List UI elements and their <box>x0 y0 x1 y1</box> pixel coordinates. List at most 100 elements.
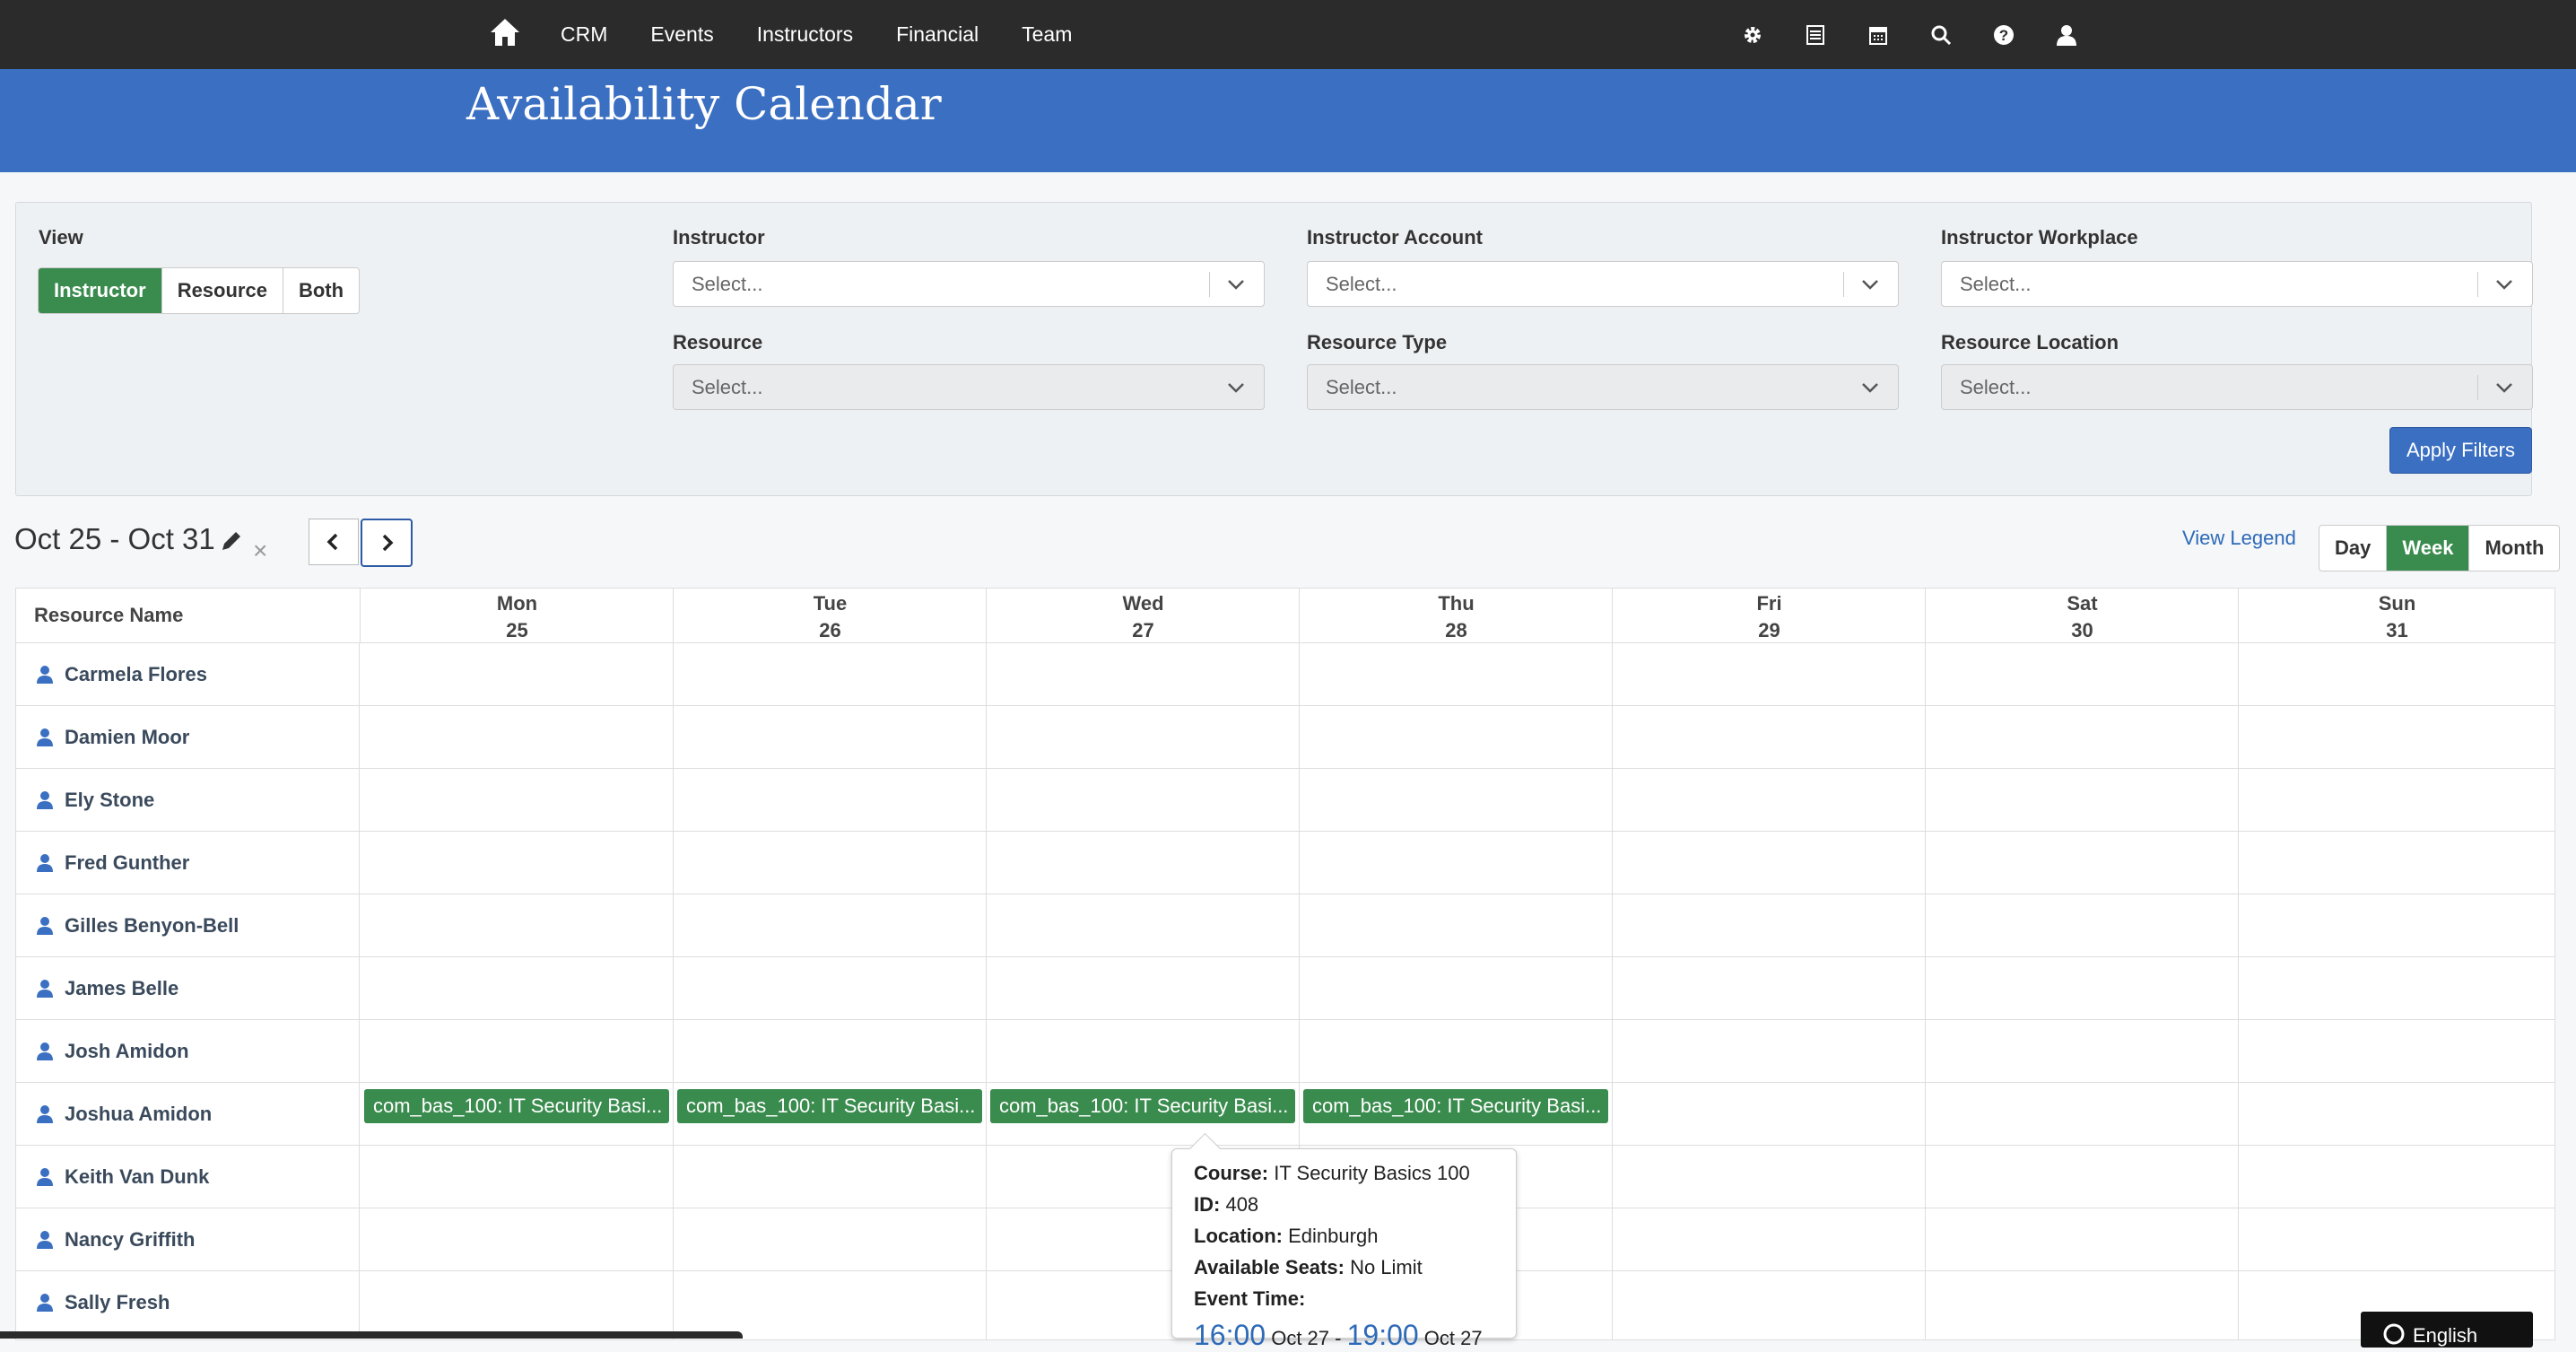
resource-label: Resource <box>673 331 763 353</box>
instructor-account-placeholder: Select... <box>1326 273 1397 295</box>
event-tue[interactable]: com_bas_100: IT Security Basi... <box>677 1089 982 1123</box>
resource-location-select[interactable]: Select... <box>1941 364 2533 410</box>
resource-name[interactable]: Gilles Benyon-Bell <box>16 894 360 957</box>
help-icon[interactable]: ? <box>1991 22 2016 48</box>
next-week-button[interactable] <box>361 519 413 567</box>
resource-name-label: Keith Van Dunk <box>65 1165 210 1188</box>
view-instructor-button[interactable]: Instructor <box>39 268 162 313</box>
nav-item-crm[interactable]: CRM <box>561 22 607 47</box>
resource-location-placeholder: Select... <box>1960 376 2032 398</box>
resource-name[interactable]: Joshua Amidon <box>16 1083 360 1146</box>
chevron-down-icon <box>2496 383 2512 393</box>
nav-item-events[interactable]: Events <box>650 22 713 47</box>
resource-row: Carmela Flores <box>16 642 2554 706</box>
event-thu[interactable]: com_bas_100: IT Security Basi... <box>1303 1089 1608 1123</box>
prev-week-button[interactable] <box>309 519 359 565</box>
resource-type-select[interactable]: Select... <box>1307 364 1899 410</box>
resource-name-label: Ely Stone <box>65 789 155 811</box>
divider <box>1843 272 1844 297</box>
resource-row: Damien Moor <box>16 705 2554 769</box>
resource-name-label: Damien Moor <box>65 726 190 748</box>
top-navbar: CRM Events Instructors Financial Team ? <box>0 0 2576 69</box>
instructor-account-label: Instructor Account <box>1307 226 1483 249</box>
view-resource-button[interactable]: Resource <box>162 268 283 313</box>
nav-item-financial[interactable]: Financial <box>896 22 979 47</box>
day-header-fri: Fri 29 <box>1612 589 1926 642</box>
instructor-account-select[interactable]: Select... <box>1307 261 1899 307</box>
day-name: Mon <box>496 592 538 615</box>
nav-item-instructors[interactable]: Instructors <box>757 22 853 47</box>
day-date: 26 <box>819 619 841 641</box>
resource-name-label: Gilles Benyon-Bell <box>65 914 239 937</box>
chat-icon <box>2383 1323 2405 1345</box>
month-view-button[interactable]: Month <box>2469 526 2559 571</box>
resource-name-label: Nancy Griffith <box>65 1228 196 1251</box>
day-view-button[interactable]: Day <box>2319 526 2388 571</box>
pencil-icon[interactable] <box>219 528 244 554</box>
week-view-button[interactable]: Week <box>2387 526 2470 571</box>
resource-name[interactable]: Sally Fresh <box>16 1271 360 1334</box>
resource-name-label: Josh Amidon <box>65 1040 189 1062</box>
resource-name-label: Fred Gunther <box>65 851 190 874</box>
user-icon <box>37 980 53 998</box>
page-header: Availability Calendar <box>0 69 2576 172</box>
event-tooltip: Course: IT Security Basics 100 ID: 408 L… <box>1171 1132 1517 1351</box>
user-icon <box>37 854 53 872</box>
user-icon <box>37 1105 53 1123</box>
day-name: Sun <box>2378 592 2416 615</box>
instructor-select[interactable]: Select... <box>673 261 1265 307</box>
apply-filters-button[interactable]: Apply Filters <box>2389 427 2532 474</box>
resource-name[interactable]: Josh Amidon <box>16 1020 360 1083</box>
resource-type-placeholder: Select... <box>1326 376 1397 398</box>
day-date: 31 <box>2386 619 2408 641</box>
day-name: Tue <box>813 592 848 615</box>
view-legend-link[interactable]: View Legend <box>2182 527 2296 550</box>
nav-item-team[interactable]: Team <box>1022 22 1072 47</box>
tooltip-time-label: Event Time: <box>1194 1287 1306 1310</box>
day-date: 30 <box>2071 619 2093 641</box>
search-icon[interactable] <box>1928 22 1954 48</box>
filter-panel: View Instructor Resource Both Instructor… <box>15 202 2533 496</box>
day-date: 29 <box>1758 619 1780 641</box>
calendar-icon[interactable] <box>1866 22 1891 48</box>
user-icon[interactable] <box>2054 22 2079 48</box>
instructor-workplace-select[interactable]: Select... <box>1941 261 2533 307</box>
chevron-down-icon <box>1862 280 1878 290</box>
resource-name[interactable]: Ely Stone <box>16 769 360 832</box>
chevron-down-icon <box>1228 383 1244 393</box>
instructor-workplace-placeholder: Select... <box>1960 273 2032 295</box>
bottom-bar <box>0 1331 743 1339</box>
chevron-right-icon <box>382 534 394 552</box>
view-both-button[interactable]: Both <box>283 268 359 313</box>
date-range: Oct 25 - Oct 31 <box>14 522 215 555</box>
day-date: 27 <box>1132 619 1154 641</box>
instructor-label: Instructor <box>673 226 765 249</box>
gear-icon[interactable] <box>1740 22 1765 48</box>
day-header-tue: Tue 26 <box>673 589 987 642</box>
resource-name[interactable]: Nancy Griffith <box>16 1208 360 1271</box>
list-icon[interactable] <box>1803 22 1828 48</box>
day-date: 25 <box>506 619 528 641</box>
resource-name[interactable]: Keith Van Dunk <box>16 1146 360 1208</box>
day-name: Fri <box>1756 592 1782 615</box>
resource-name[interactable]: James Belle <box>16 957 360 1020</box>
day-header-wed: Wed 27 <box>986 589 1300 642</box>
view-toggle: Instructor Resource Both <box>38 267 361 314</box>
chevron-down-icon <box>1862 383 1878 393</box>
event-wed[interactable]: com_bas_100: IT Security Basi... <box>990 1089 1295 1123</box>
language-button[interactable]: English <box>2361 1312 2533 1348</box>
clear-range-icon[interactable]: × <box>253 536 267 565</box>
resource-row: James Belle <box>16 956 2554 1020</box>
resource-name[interactable]: Carmela Flores <box>16 643 360 706</box>
user-icon <box>37 1168 53 1186</box>
event-mon[interactable]: com_bas_100: IT Security Basi... <box>364 1089 669 1123</box>
home-icon[interactable] <box>489 16 521 48</box>
resource-name[interactable]: Fred Gunther <box>16 832 360 894</box>
tooltip-course: Course: IT Security Basics 100 <box>1194 1162 1470 1184</box>
divider <box>2477 375 2478 400</box>
day-header-sat: Sat 30 <box>1925 589 2239 642</box>
resource-type-label: Resource Type <box>1307 331 1448 353</box>
resource-name[interactable]: Damien Moor <box>16 706 360 769</box>
main-menu: CRM Events Instructors Financial Team <box>561 0 1115 69</box>
resource-select[interactable]: Select... <box>673 364 1265 410</box>
